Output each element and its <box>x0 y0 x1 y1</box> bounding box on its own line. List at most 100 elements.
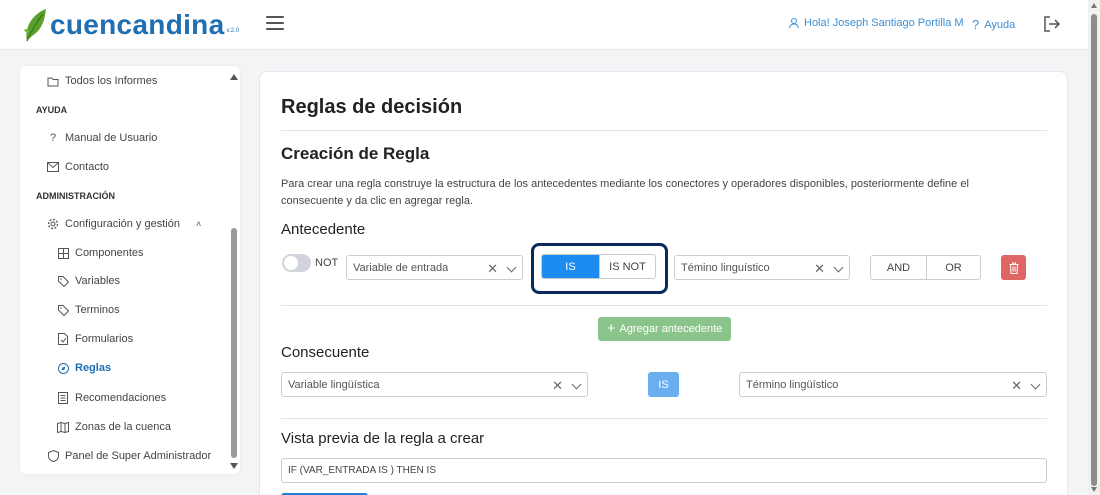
clear-icon[interactable]: ✕ <box>552 378 563 394</box>
preview-heading: Vista previa de la regla a crear <box>281 430 485 447</box>
document-icon <box>57 333 69 345</box>
clear-icon[interactable]: ✕ <box>814 261 825 277</box>
sidebar-item-label: Recomendaciones <box>75 392 167 404</box>
chevron-down-icon[interactable] <box>571 379 582 390</box>
folder-icon <box>47 75 59 87</box>
chevron-down-icon[interactable] <box>506 262 517 273</box>
add-antecedent-button[interactable]: + Agregar antecedente <box>598 317 731 341</box>
delete-antecedent-button[interactable] <box>1001 255 1026 280</box>
scroll-down-icon[interactable] <box>1091 487 1097 492</box>
scroll-up-icon[interactable] <box>230 74 238 80</box>
sidebar-item-label: Configuración y gestión <box>65 218 180 230</box>
compass-icon <box>57 362 69 374</box>
list-icon <box>57 392 69 404</box>
consequent-heading: Consecuente <box>281 344 370 361</box>
clear-icon[interactable]: ✕ <box>487 261 498 277</box>
leaf-logo-icon <box>24 9 46 42</box>
divider <box>281 418 1047 419</box>
sidebar-item-reglas[interactable]: Reglas <box>57 359 111 377</box>
tag-icon <box>57 275 69 287</box>
divider <box>281 130 1047 131</box>
clear-icon[interactable]: ✕ <box>1011 378 1022 394</box>
logo-version: v.2.0 <box>226 28 240 34</box>
sidebar-item-label: Componentes <box>75 247 144 259</box>
trash-icon <box>1009 262 1018 274</box>
sidebar-item-label: Variables <box>75 275 121 287</box>
scroll-down-icon[interactable] <box>230 463 238 469</box>
connector-or-button[interactable]: OR <box>926 256 980 279</box>
gear-icon <box>47 218 59 230</box>
sidebar-scrollbar[interactable] <box>230 74 238 469</box>
user-icon <box>789 18 799 29</box>
plus-icon: + <box>606 320 616 337</box>
sidebar-item-componentes[interactable]: Componentes <box>57 244 144 262</box>
top-bar: cuencandina v.2.0 Hola! Joseph Santiago … <box>0 0 1088 50</box>
sidebar-item-label: Panel de Super Administrador <box>65 450 212 462</box>
mail-icon <box>47 161 59 173</box>
grid-icon <box>57 247 69 259</box>
consequent-term-value: Término lingüístico <box>746 378 839 391</box>
sidebar-item-formularios[interactable]: Formularios <box>57 330 133 348</box>
logo-text: cuencandina <box>50 9 225 40</box>
help-label: Ayuda <box>984 18 1016 31</box>
sidebar-item-label: Formularios <box>75 333 134 345</box>
chevron-down-icon[interactable] <box>1030 379 1041 390</box>
page-title: Reglas de decisión <box>281 96 463 118</box>
question-icon: ? <box>49 132 57 144</box>
scroll-up-icon[interactable] <box>1091 3 1097 8</box>
linguistic-term-select[interactable]: Témino linguístico ✕ <box>674 255 850 280</box>
not-toggle[interactable] <box>282 254 311 272</box>
input-variable-select[interactable]: Variable de entrada ✕ <box>346 255 523 280</box>
help-link[interactable]: ? Ayuda <box>972 17 1015 32</box>
sidebar-item-label: Manual de Usuario <box>65 132 158 144</box>
consequent-is-button[interactable]: IS <box>648 372 679 397</box>
connector-toggle: AND OR <box>870 255 981 280</box>
sidebar-item-manual[interactable]: ? Manual de Usuario <box>47 129 157 147</box>
section-title: Creación de Regla <box>281 144 430 163</box>
sidebar-item-label: Terminos <box>75 304 120 316</box>
linguistic-term-value: Témino linguístico <box>681 261 770 274</box>
logout-icon[interactable] <box>1043 15 1061 33</box>
section-description: Para crear una regla construye la estruc… <box>281 178 969 207</box>
add-antecedent-label: Agregar antecedente <box>619 323 723 335</box>
consequent-term-select[interactable]: Término lingüístico ✕ <box>739 372 1047 397</box>
user-greeting[interactable]: Hola! Joseph Santiago Portilla M <box>788 17 964 29</box>
user-greeting-text: Hola! Joseph Santiago Portilla M <box>804 17 964 29</box>
sidebar-item-label: Todos los Informes <box>65 75 158 87</box>
antecedent-heading: Antecedente <box>281 221 366 238</box>
sidebar: Todos los Informes AYUDA ? Manual de Usu… <box>20 66 240 474</box>
divider <box>281 305 1047 306</box>
question-icon: ? <box>972 17 980 32</box>
linguistic-variable-value: Variable lingüística <box>288 378 380 391</box>
sidebar-item-recomendaciones[interactable]: Recomendaciones <box>57 389 166 407</box>
sidebar-scrollbar-thumb[interactable] <box>231 228 237 458</box>
sidebar-section-administracion: ADMINISTRACIÓN <box>36 191 115 201</box>
input-variable-value: Variable de entrada <box>353 261 449 274</box>
chevron-up-icon[interactable]: ˄ <box>196 219 201 229</box>
sidebar-item-configuracion[interactable]: Configuración y gestión ˄ <box>47 215 201 233</box>
not-label: NOT <box>315 257 339 269</box>
rule-preview-value: IF (VAR_ENTRADA IS ) THEN IS <box>288 465 436 476</box>
connector-and-button[interactable]: AND <box>871 256 926 279</box>
map-icon <box>57 421 69 433</box>
shield-icon <box>47 450 59 462</box>
page-scrollbar-thumb[interactable] <box>1091 14 1097 486</box>
sidebar-item-variables[interactable]: Variables <box>57 272 120 290</box>
linguistic-variable-select[interactable]: Variable lingüística ✕ <box>281 372 588 397</box>
chevron-down-icon[interactable] <box>833 262 844 273</box>
page-scrollbar[interactable] <box>1088 0 1100 495</box>
sidebar-item-todos-informes[interactable]: Todos los Informes <box>47 72 157 90</box>
sidebar-item-contacto[interactable]: Contacto <box>47 158 109 176</box>
highlight-box <box>531 243 668 294</box>
app-logo[interactable]: cuencandina v.2.0 <box>22 8 239 42</box>
tag-icon <box>57 304 69 316</box>
sidebar-item-super-admin[interactable]: Panel de Super Administrador <box>47 447 211 465</box>
rule-preview-field[interactable]: IF (VAR_ENTRADA IS ) THEN IS <box>281 458 1047 483</box>
sidebar-item-label: Contacto <box>65 161 110 173</box>
sidebar-item-zonas[interactable]: Zonas de la cuenca <box>57 418 171 436</box>
sidebar-item-label: Zonas de la cuenca <box>75 421 172 433</box>
menu-toggle-icon[interactable] <box>266 16 284 30</box>
sidebar-section-ayuda: AYUDA <box>36 105 68 115</box>
main-card: Reglas de decisión Creación de Regla Par… <box>259 71 1068 495</box>
sidebar-item-terminos[interactable]: Terminos <box>57 301 120 319</box>
